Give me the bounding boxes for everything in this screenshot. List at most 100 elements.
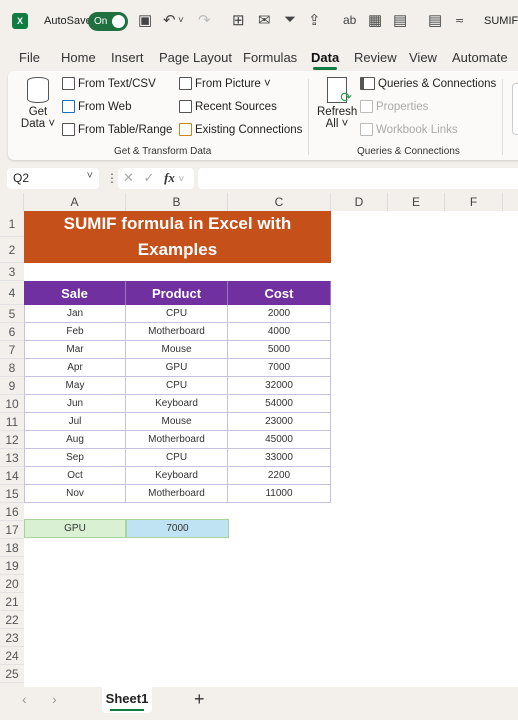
row-header[interactable]: 16 bbox=[0, 503, 24, 521]
autosave-toggle[interactable]: On bbox=[88, 12, 128, 31]
header-cost[interactable]: Cost bbox=[228, 281, 331, 305]
select-all-corner[interactable] bbox=[0, 193, 24, 211]
tab-data[interactable]: Data bbox=[311, 50, 339, 70]
row-header[interactable]: 18 bbox=[0, 539, 24, 557]
row-header[interactable]: 23 bbox=[0, 629, 24, 647]
row-header[interactable]: 24 bbox=[0, 647, 24, 665]
column-header-d[interactable]: D bbox=[331, 193, 388, 211]
customize-icon[interactable]: ≂ bbox=[455, 14, 464, 27]
properties-button[interactable]: Properties bbox=[360, 100, 428, 113]
sale-cell[interactable]: Feb bbox=[24, 323, 126, 341]
sale-cell[interactable]: Nov bbox=[24, 485, 126, 503]
enter-icon[interactable]: ✓ bbox=[144, 170, 155, 185]
cost-cell[interactable]: 2000 bbox=[228, 305, 331, 323]
product-cell[interactable]: Motherboard bbox=[126, 431, 228, 449]
header-sale[interactable]: Sale bbox=[24, 281, 126, 305]
existing-connections-button[interactable]: Existing Connections bbox=[179, 123, 302, 136]
cost-cell[interactable]: 32000 bbox=[228, 377, 331, 395]
cost-cell[interactable]: 11000 bbox=[228, 485, 331, 503]
add-sheet-button[interactable]: + bbox=[194, 689, 205, 710]
sale-cell[interactable]: Jun bbox=[24, 395, 126, 413]
sale-cell[interactable]: Oct bbox=[24, 467, 126, 485]
mail-icon[interactable]: ✉ bbox=[258, 11, 271, 29]
row-header[interactable]: 5 bbox=[0, 305, 24, 323]
next-sheet-icon[interactable]: › bbox=[52, 691, 57, 707]
sale-cell[interactable]: Apr bbox=[24, 359, 126, 377]
name-box[interactable]: Q2 ˅ bbox=[7, 168, 99, 189]
row-header[interactable]: 21 bbox=[0, 593, 24, 611]
cost-cell[interactable]: 5000 bbox=[228, 341, 331, 359]
redo-icon[interactable]: ↷ bbox=[198, 11, 211, 29]
product-cell[interactable]: GPU bbox=[126, 359, 228, 377]
formula-input[interactable] bbox=[198, 168, 518, 189]
sale-cell[interactable]: Sep bbox=[24, 449, 126, 467]
row-header[interactable]: 1 bbox=[0, 211, 24, 237]
sale-cell[interactable]: Jul bbox=[24, 413, 126, 431]
filter-icon[interactable]: ⏷ bbox=[284, 11, 296, 28]
calculator2-icon[interactable]: ▤ bbox=[428, 11, 442, 29]
calculator-icon[interactable]: ▤ bbox=[393, 11, 407, 29]
column-header-a[interactable]: A bbox=[24, 193, 126, 211]
product-cell[interactable]: Mouse bbox=[126, 341, 228, 359]
column-header-e[interactable]: E bbox=[388, 193, 445, 211]
save-icon[interactable]: ▣ bbox=[138, 11, 152, 29]
product-cell[interactable]: Motherboard bbox=[126, 323, 228, 341]
queries-connections-button[interactable]: Queries & Connections bbox=[360, 77, 496, 90]
sheet-tab-sheet1[interactable]: Sheet1 bbox=[102, 687, 152, 713]
row-header[interactable]: 12 bbox=[0, 431, 24, 449]
row-header[interactable]: 6 bbox=[0, 323, 24, 341]
cost-cell[interactable]: 4000 bbox=[228, 323, 331, 341]
spelling-icon[interactable]: ab bbox=[343, 13, 356, 27]
row-header[interactable]: 22 bbox=[0, 611, 24, 629]
undo-dropdown-icon[interactable]: ˅ bbox=[178, 15, 184, 26]
product-cell[interactable]: CPU bbox=[126, 305, 228, 323]
result-cell[interactable]: 7000 bbox=[126, 519, 229, 538]
product-cell[interactable]: Keyboard bbox=[126, 467, 228, 485]
tab-file[interactable]: File bbox=[19, 50, 40, 65]
sale-cell[interactable]: Mar bbox=[24, 341, 126, 359]
refresh-all-button[interactable]: ⟳ Refresh All ˅ bbox=[317, 77, 357, 137]
row-header[interactable]: 10 bbox=[0, 395, 24, 413]
row-header[interactable]: 3 bbox=[0, 263, 24, 281]
row-header[interactable]: 14 bbox=[0, 467, 24, 485]
cost-cell[interactable]: 7000 bbox=[228, 359, 331, 377]
row-header[interactable]: 13 bbox=[0, 449, 24, 467]
tab-review[interactable]: Review bbox=[354, 50, 397, 65]
tab-page-layout[interactable]: Page Layout bbox=[159, 50, 232, 65]
row-header[interactable]: 17 bbox=[0, 521, 24, 539]
criteria-cell[interactable]: GPU bbox=[24, 519, 126, 538]
tab-home[interactable]: Home bbox=[61, 50, 96, 65]
tab-automate[interactable]: Automate bbox=[452, 50, 508, 65]
grid-icon[interactable]: ⊞ bbox=[232, 11, 245, 29]
cancel-icon[interactable]: ✕ bbox=[123, 170, 134, 185]
product-cell[interactable]: CPU bbox=[126, 449, 228, 467]
cost-cell[interactable]: 33000 bbox=[228, 449, 331, 467]
sale-cell[interactable]: Jan bbox=[24, 305, 126, 323]
row-header[interactable]: 2 bbox=[0, 237, 24, 263]
row-header[interactable]: 19 bbox=[0, 557, 24, 575]
workbook-links-button[interactable]: Workbook Links bbox=[360, 123, 458, 136]
product-cell[interactable]: Motherboard bbox=[126, 485, 228, 503]
tab-formulas[interactable]: Formulas bbox=[243, 50, 297, 65]
spreadsheet-grid[interactable]: A B C D E F 1 2 3 4 5 6 7 8 9 10 11 12 13 14 15 16 17 18 1… bbox=[0, 193, 518, 687]
sale-cell[interactable]: Aug bbox=[24, 431, 126, 449]
table-icon[interactable]: ▦ bbox=[368, 11, 382, 29]
prev-sheet-icon[interactable]: ‹ bbox=[22, 691, 27, 707]
ribbon-next-group[interactable] bbox=[512, 83, 518, 135]
row-header[interactable]: 11 bbox=[0, 413, 24, 431]
row-header[interactable]: 15 bbox=[0, 485, 24, 503]
fx-chevron-icon[interactable]: ˅ bbox=[179, 174, 185, 185]
column-header-c[interactable]: C bbox=[228, 193, 331, 211]
tab-insert[interactable]: Insert bbox=[111, 50, 144, 65]
product-cell[interactable]: Mouse bbox=[126, 413, 228, 431]
row-header[interactable]: 25 bbox=[0, 665, 24, 683]
recent-sources-button[interactable]: Recent Sources bbox=[179, 100, 277, 113]
row-header[interactable]: 4 bbox=[0, 281, 24, 305]
title-merged-cell[interactable]: SUMIF formula in Excel with Examples bbox=[24, 211, 331, 263]
header-product[interactable]: Product bbox=[126, 281, 228, 305]
get-data-button[interactable]: Get Data ˅ bbox=[18, 77, 58, 137]
product-cell[interactable]: Keyboard bbox=[126, 395, 228, 413]
share-icon[interactable]: ⇪ bbox=[308, 11, 321, 29]
more-options-icon[interactable]: ⋮ bbox=[106, 171, 118, 185]
from-picture-button[interactable]: From Picture ˅ bbox=[179, 77, 271, 90]
